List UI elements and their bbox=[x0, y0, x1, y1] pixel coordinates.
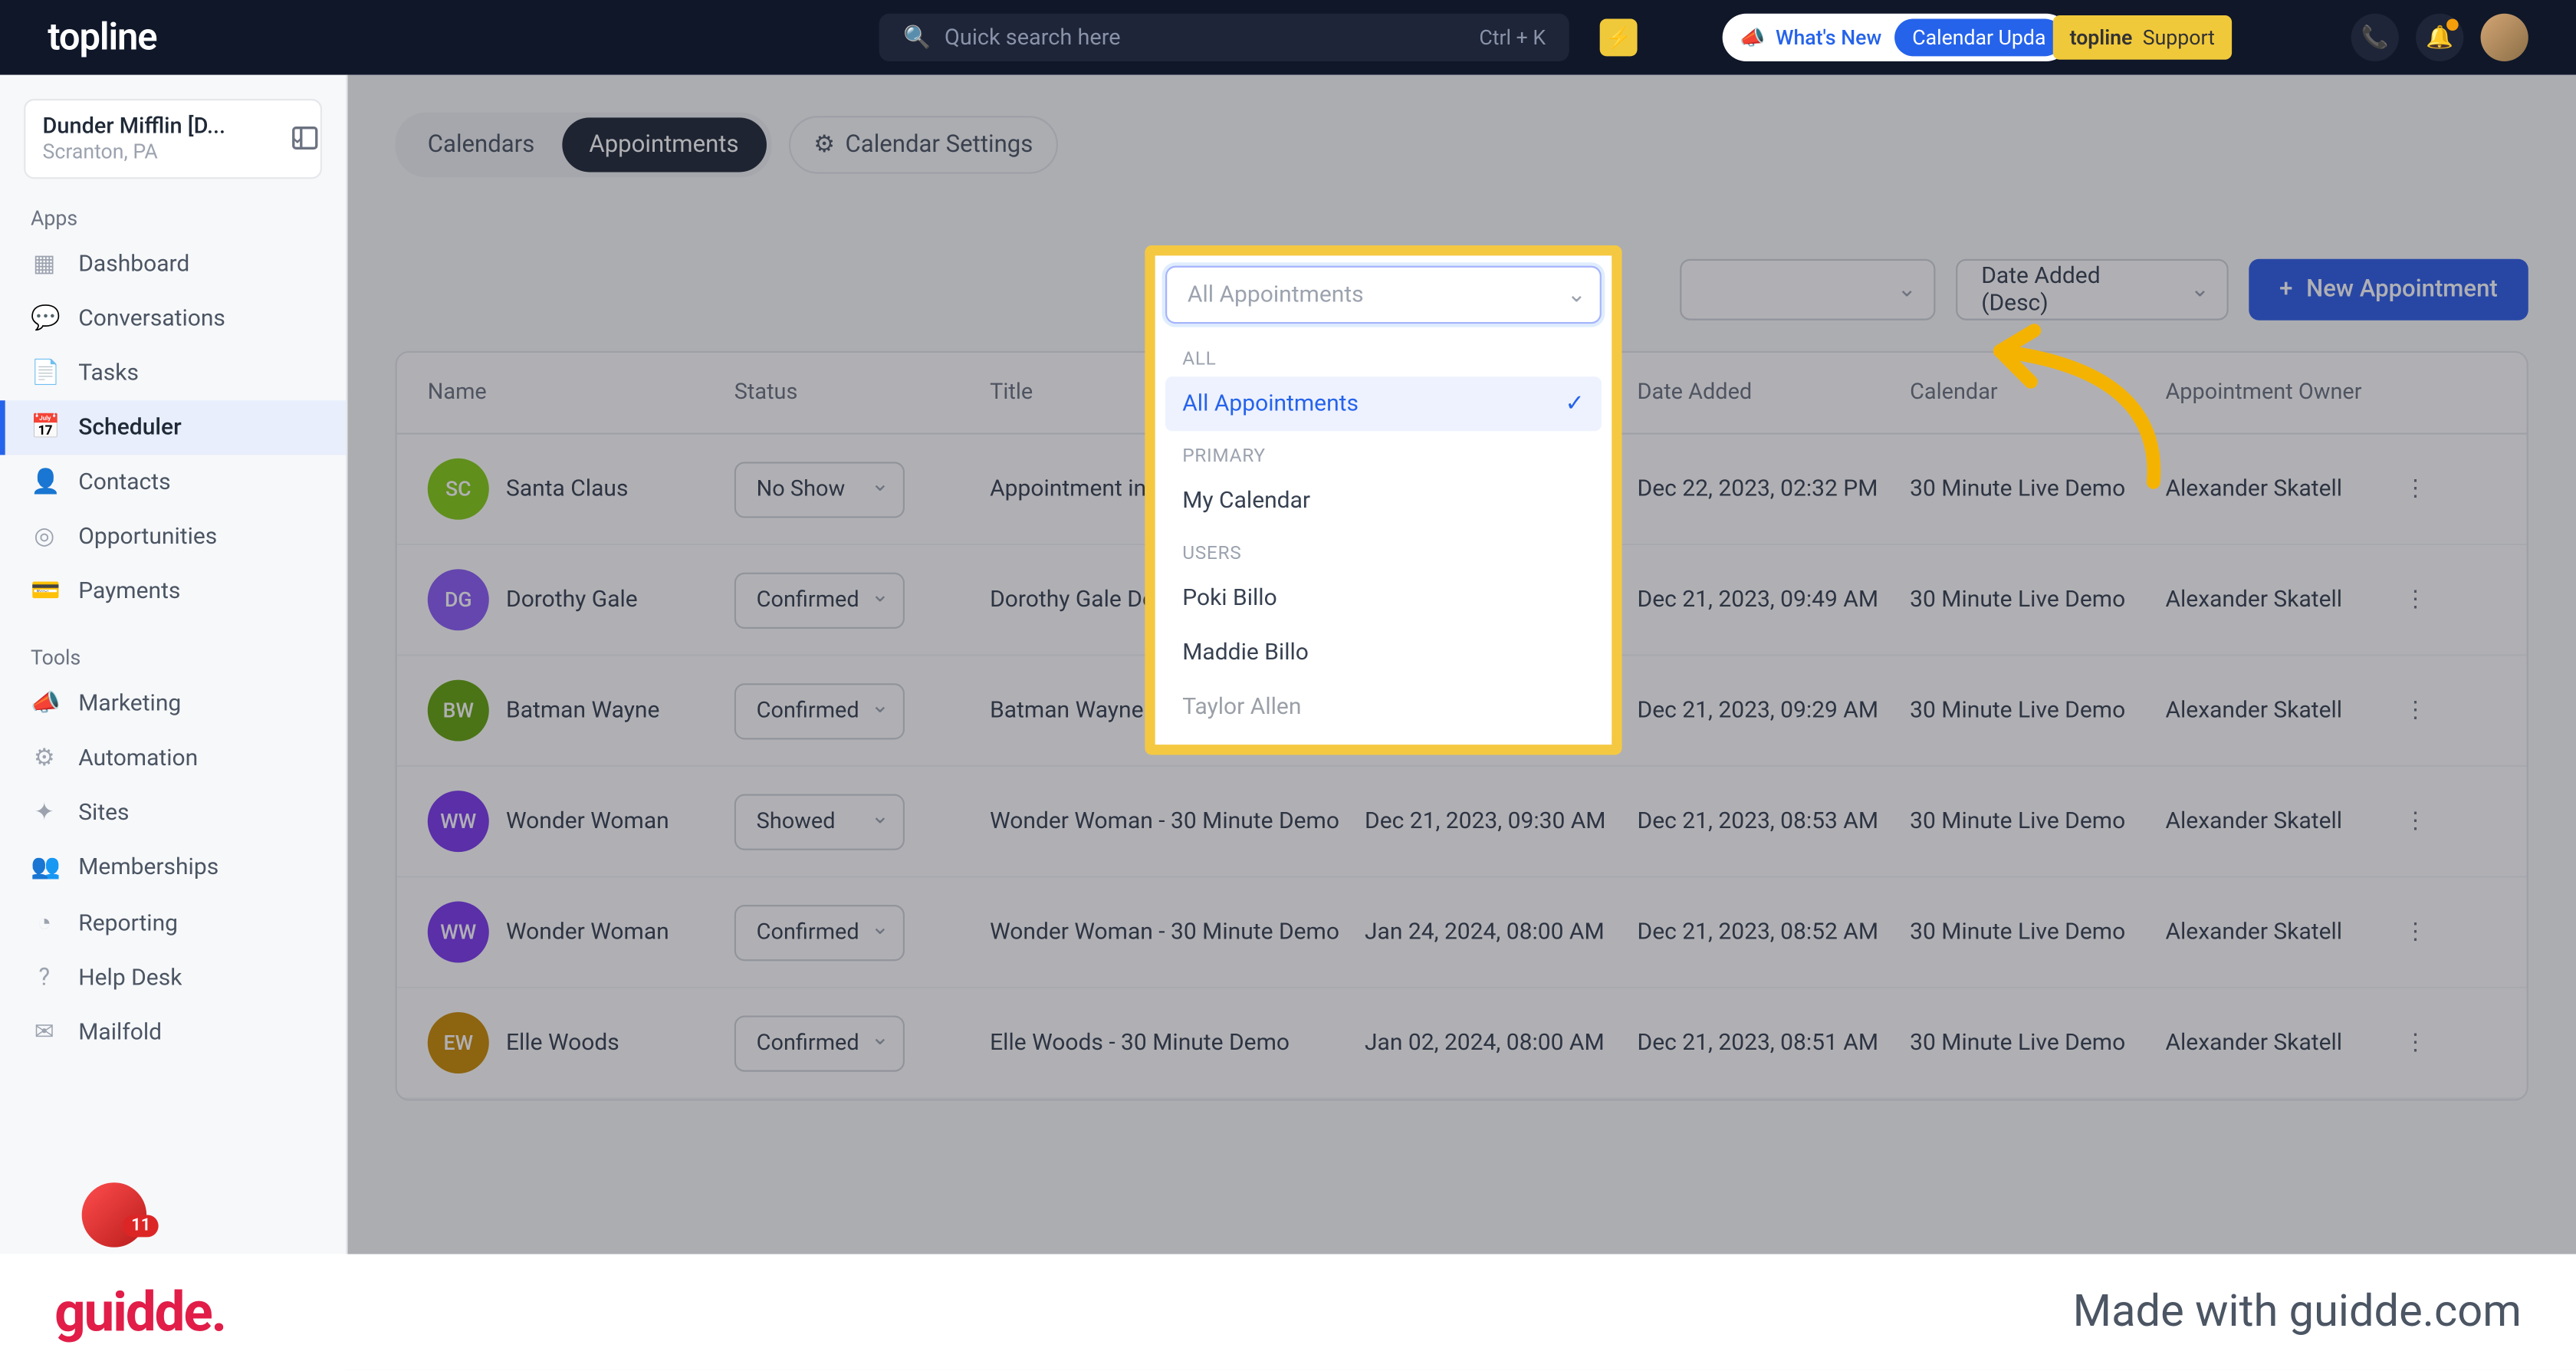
intercom-badge: 11 bbox=[123, 1215, 159, 1237]
dropdown-item-user[interactable]: Poki Billo bbox=[1165, 570, 1602, 625]
conversations-icon: 💬 bbox=[31, 305, 58, 333]
sidebar-item-contacts[interactable]: 👤 Contacts bbox=[0, 455, 346, 509]
sidebar-item-label: Sites bbox=[78, 799, 129, 827]
sidebar-item-label: Help Desk bbox=[78, 965, 182, 992]
sidebar-item-opportunities[interactable]: ◎ Opportunities bbox=[0, 509, 346, 564]
sidebar: Dunder Mifflin [D... Scranton, PA ⌄ Apps… bbox=[0, 75, 347, 1370]
org-name: Dunder Mifflin [D... bbox=[43, 114, 227, 140]
dropdown-highlight: All Appointments ⌄ ALL All Appointments … bbox=[1145, 245, 1622, 755]
sidebar-item-label: Tasks bbox=[78, 360, 139, 387]
dropdown-header-primary: PRIMARY bbox=[1165, 431, 1602, 474]
sidebar-item-help-desk[interactable]: ? Help Desk bbox=[0, 951, 346, 1005]
org-selector[interactable]: Dunder Mifflin [D... Scranton, PA ⌄ bbox=[24, 99, 322, 179]
org-location: Scranton, PA bbox=[43, 140, 304, 163]
sidebar-item-mailfold[interactable]: ✉ Mailfold bbox=[0, 1005, 346, 1060]
automation-icon: ⚙ bbox=[31, 745, 58, 772]
header: topline 🔍 Quick search here Ctrl + K ⚡ 📣… bbox=[0, 0, 2576, 75]
bolt-icon[interactable]: ⚡ bbox=[1600, 18, 1638, 56]
guidde-logo: guidde. bbox=[54, 1280, 225, 1344]
search-placeholder: Quick search here bbox=[945, 25, 1121, 50]
sidebar-item-automation[interactable]: ⚙ Automation bbox=[0, 731, 346, 785]
sidebar-item-memberships[interactable]: 👥 Memberships bbox=[0, 840, 346, 895]
footer: guidde. Made with guidde.com bbox=[0, 1254, 2576, 1370]
phone-icon[interactable]: 📞 bbox=[2351, 14, 2399, 61]
sidebar-item-label: Dashboard bbox=[78, 251, 189, 278]
contacts-icon: 👤 bbox=[31, 469, 58, 496]
footer-attribution: Made with guidde.com bbox=[2073, 1287, 2522, 1338]
dropdown-placeholder: All Appointments bbox=[1188, 281, 1364, 309]
dropdown-header-users: USERS bbox=[1165, 528, 1602, 571]
sidebar-item-reporting[interactable]: ◔ Reporting bbox=[0, 895, 346, 951]
sidebar-item-tasks[interactable]: 📄 Tasks bbox=[0, 346, 346, 400]
dropdown-menu: ALL All Appointments ✓ PRIMARY My Calend… bbox=[1165, 334, 1602, 735]
dropdown-item-my-calendar[interactable]: My Calendar bbox=[1165, 474, 1602, 528]
sidebar-item-conversations[interactable]: 💬 Conversations bbox=[0, 291, 346, 346]
marketing-icon: 📣 bbox=[31, 690, 58, 718]
reporting-icon: ◔ bbox=[31, 908, 58, 937]
sidebar-item-label: Automation bbox=[78, 745, 198, 772]
search-icon: 🔍 bbox=[903, 25, 931, 50]
scheduler-icon: 📅 bbox=[31, 414, 58, 442]
calendar-update-badge[interactable]: Calendar Upda bbox=[1895, 18, 2063, 56]
sidebar-item-label: Contacts bbox=[78, 469, 170, 496]
dropdown-item-all-appointments[interactable]: All Appointments ✓ bbox=[1165, 376, 1602, 431]
memberships-icon: 👥 bbox=[31, 853, 58, 881]
app-logo: topline bbox=[48, 16, 156, 59]
filter-dropdown: All Appointments ⌄ ALL All Appointments … bbox=[1145, 245, 1622, 755]
sidebar-item-dashboard[interactable]: ▦ Dashboard bbox=[0, 237, 346, 291]
payments-icon: 💳 bbox=[31, 577, 58, 605]
news-pill[interactable]: 📣 What's New Calendar Upda bbox=[1723, 14, 2069, 61]
sidebar-item-label: Conversations bbox=[78, 305, 225, 333]
sidebar-item-payments[interactable]: 💳 Payments bbox=[0, 564, 346, 619]
tools-header: Tools bbox=[0, 636, 346, 676]
mailfold-icon: ✉ bbox=[31, 1019, 58, 1047]
sidebar-item-label: Mailfold bbox=[78, 1019, 162, 1047]
panel-toggle-icon[interactable] bbox=[290, 123, 320, 160]
dashboard-icon: ▦ bbox=[31, 251, 58, 278]
help desk-icon: ? bbox=[31, 965, 58, 992]
search-input[interactable]: 🔍 Quick search here Ctrl + K bbox=[879, 14, 1569, 61]
search-kbd: Ctrl + K bbox=[1479, 25, 1546, 49]
chevron-down-icon: ⌄ bbox=[1567, 281, 1586, 309]
sidebar-item-label: Memberships bbox=[78, 853, 219, 881]
apps-header: Apps bbox=[0, 196, 346, 237]
header-right: ⚡ 📣 What's New Calendar Upda topline Sup… bbox=[1600, 14, 2528, 61]
sidebar-item-sites[interactable]: ✦ Sites bbox=[0, 785, 346, 840]
sidebar-item-scheduler[interactable]: 📅 Scheduler bbox=[0, 400, 346, 455]
sidebar-item-marketing[interactable]: 📣 Marketing bbox=[0, 676, 346, 731]
sidebar-item-label: Opportunities bbox=[78, 523, 217, 551]
opportunities-icon: ◎ bbox=[31, 523, 58, 551]
notif-dot bbox=[2446, 18, 2459, 31]
sidebar-item-label: Marketing bbox=[78, 690, 181, 718]
dropdown-header-all: ALL bbox=[1165, 334, 1602, 377]
dropdown-item-user[interactable]: Taylor Allen bbox=[1165, 680, 1602, 735]
sidebar-item-label: Scheduler bbox=[78, 414, 181, 442]
dropdown-item-user[interactable]: Maddie Billo bbox=[1165, 626, 1602, 680]
sidebar-item-label: Payments bbox=[78, 577, 180, 605]
dropdown-search-input[interactable]: All Appointments ⌄ bbox=[1165, 266, 1602, 324]
tasks-icon: 📄 bbox=[31, 360, 58, 387]
bell-icon[interactable]: 🔔 bbox=[2416, 14, 2463, 61]
sidebar-item-label: Reporting bbox=[78, 909, 178, 937]
whats-new-link[interactable]: 📣 What's New bbox=[1740, 25, 1881, 49]
support-button[interactable]: topline Support bbox=[2052, 15, 2232, 60]
user-avatar[interactable] bbox=[2481, 14, 2528, 61]
megaphone-icon: 📣 bbox=[1740, 25, 1765, 49]
check-icon: ✓ bbox=[1566, 390, 1585, 418]
sites-icon: ✦ bbox=[31, 799, 58, 827]
